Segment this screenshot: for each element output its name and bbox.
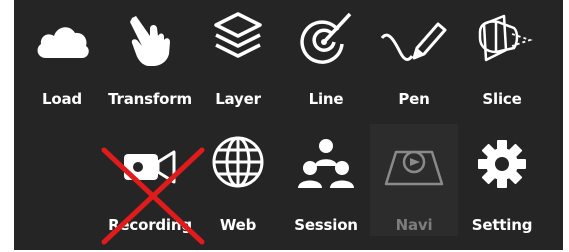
session-button[interactable]: Session bbox=[282, 124, 370, 236]
video-camera-icon bbox=[124, 150, 176, 184]
recording-button[interactable]: Recording bbox=[106, 124, 194, 236]
pen-button[interactable]: Pen bbox=[370, 2, 458, 114]
line-button[interactable]: Line bbox=[282, 2, 370, 114]
setting-label: Setting bbox=[471, 216, 533, 234]
navi-button[interactable]: Navi bbox=[370, 124, 458, 236]
slice-icon bbox=[478, 14, 533, 62]
layer-button[interactable]: Layer bbox=[194, 2, 282, 114]
gear-icon bbox=[478, 140, 526, 188]
slice-button[interactable]: Slice bbox=[458, 2, 546, 114]
web-button[interactable]: Web bbox=[194, 124, 282, 236]
load-button[interactable]: Load bbox=[18, 2, 106, 114]
setting-button[interactable]: Setting bbox=[458, 124, 546, 236]
hand-icon bbox=[130, 16, 170, 66]
tool-panel: Load Transform Layer Line Pen Slice Reco… bbox=[14, 0, 563, 250]
transform-button[interactable]: Transform bbox=[106, 2, 194, 114]
layers-icon bbox=[214, 12, 262, 58]
slice-label: Slice bbox=[482, 90, 522, 108]
navigation-icon bbox=[384, 150, 444, 186]
cloud-icon bbox=[37, 27, 89, 58]
line-target-icon bbox=[300, 12, 352, 64]
globe-icon bbox=[212, 136, 264, 188]
people-icon bbox=[298, 139, 354, 188]
pen-icon bbox=[380, 22, 447, 61]
